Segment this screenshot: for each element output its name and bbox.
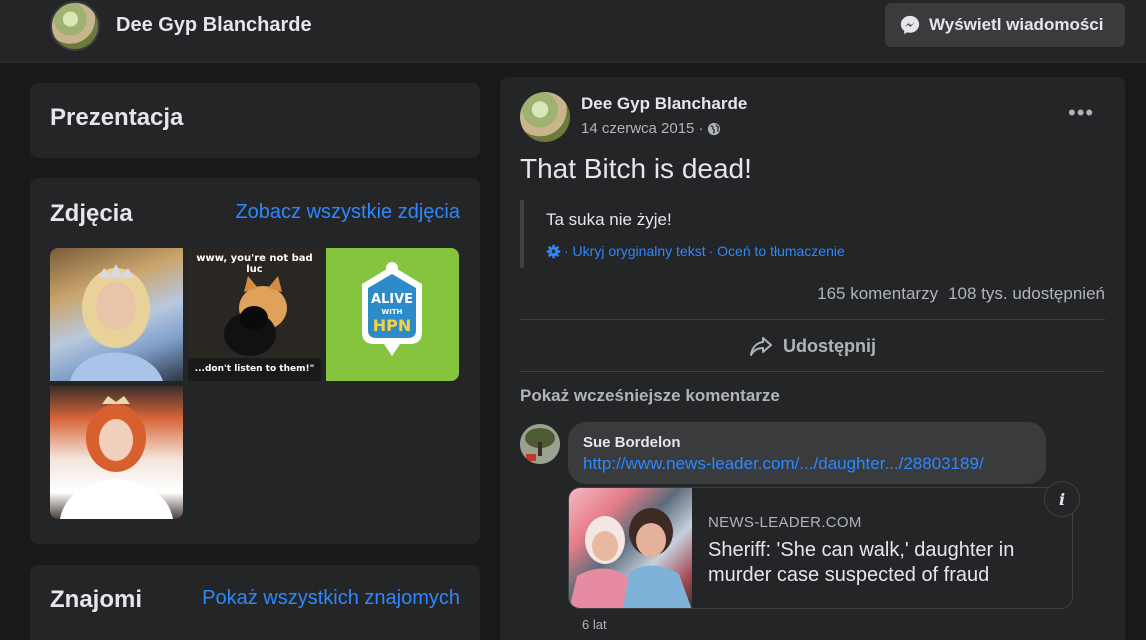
comments-count[interactable]: 165 komentarzy xyxy=(817,284,938,304)
show-earlier-comments-link[interactable]: Pokaż wcześniejsze komentarze xyxy=(520,386,780,406)
link-preview-source: NEWS-LEADER.COM xyxy=(708,514,862,531)
post-options-icon[interactable]: ••• xyxy=(1068,100,1094,126)
kitten-caption-top: www, you're not bad luc xyxy=(196,253,313,275)
friends-title: Znajomi xyxy=(50,586,143,613)
red-hair-photo-art xyxy=(60,396,173,519)
profile-name[interactable]: Dee Gyp Blancharde xyxy=(116,14,312,37)
globe-icon xyxy=(708,122,721,135)
photo-alive-with-hpn[interactable]: ALIVE WITH HPN xyxy=(326,248,459,381)
see-all-photos-link[interactable]: Zobacz wszystkie zdjęcia xyxy=(235,201,460,224)
photos-card: Zdjęcia Zobacz wszystkie zdjęcia www, yo… xyxy=(30,178,480,544)
comment-timestamp[interactable]: 6 lat xyxy=(582,617,607,632)
commenter-avatar[interactable] xyxy=(520,424,560,464)
profile-header-bar: Dee Gyp Blancharde Wyświetl wiadomości xyxy=(0,0,1146,63)
link-preview-title: Sheriff: 'She can walk,' daughter in mur… xyxy=(708,539,1015,586)
princess-photo-art xyxy=(70,264,163,381)
photo-kitten[interactable]: www, you're not bad luc ...don't listen … xyxy=(188,248,321,381)
share-button[interactable]: Udostępnij xyxy=(520,326,1105,366)
photos-title: Zdjęcia xyxy=(50,200,133,227)
hide-original-link[interactable]: · Ukryj oryginalny tekst xyxy=(564,243,706,259)
post-author-name[interactable]: Dee Gyp Blancharde xyxy=(581,94,747,114)
view-messages-label: Wyświetl wiadomości xyxy=(929,15,1104,34)
post-author-avatar[interactable] xyxy=(520,92,570,142)
meta-separator: · xyxy=(698,120,704,137)
photo-red-hair-princess[interactable] xyxy=(50,386,183,519)
view-messages-button[interactable]: Wyświetl wiadomości xyxy=(885,3,1125,47)
link-preview-card[interactable]: NEWS-LEADER.COM Sheriff: 'She can walk,'… xyxy=(568,487,1073,609)
logo-hpn-text: HPN xyxy=(373,316,412,335)
post-meta: 14 czerwca 2015 · xyxy=(581,120,721,137)
comment-url-link[interactable]: http://www.news-leader.com/.../daughter.… xyxy=(583,454,984,474)
share-arrow-icon xyxy=(750,337,772,356)
messenger-icon xyxy=(900,15,920,35)
intro-title: Prezentacja xyxy=(50,104,184,131)
share-label: Udostępnij xyxy=(783,335,876,356)
gear-icon[interactable] xyxy=(546,244,561,259)
profile-avatar[interactable] xyxy=(50,1,100,51)
logo-with-text: WITH xyxy=(382,308,403,316)
commenter-avatar-art xyxy=(520,424,560,464)
translation-links: · Ukryj oryginalny tekst · Oceń to tłuma… xyxy=(546,243,845,259)
see-all-friends-link[interactable]: Pokaż wszystkich znajomych xyxy=(202,587,460,610)
kitten-caption-bottom: ...don't listen to them!" xyxy=(194,364,315,374)
preview-photo-art xyxy=(569,508,692,608)
comment-bubble: Sue Bordelon http://www.news-leader.com/… xyxy=(568,422,1046,484)
post-date[interactable]: 14 czerwca 2015 xyxy=(581,120,694,137)
rate-translation-link[interactable]: · Oceń to tłumaczenie xyxy=(709,243,845,259)
shares-count[interactable]: 108 tys. udostępnień xyxy=(948,284,1105,304)
stats-divider xyxy=(520,319,1105,320)
post-stats: 165 komentarzy 108 tys. udostępnień xyxy=(817,284,1105,304)
photo-princess[interactable] xyxy=(50,248,183,381)
friends-card: Znajomi Pokaż wszystkich znajomych xyxy=(30,565,480,640)
link-preview-image xyxy=(569,488,692,608)
intro-card: Prezentacja xyxy=(30,83,480,158)
comment-author[interactable]: Sue Bordelon xyxy=(583,434,681,451)
post-text: That Bitch is dead! xyxy=(520,153,752,184)
translation-block: Ta suka nie żyje! · Ukryj oryginalny tek… xyxy=(520,200,1105,268)
alive-hpn-logo: ALIVE WITH HPN xyxy=(362,262,422,356)
translated-text: Ta suka nie żyje! xyxy=(546,210,672,229)
info-icon[interactable]: i xyxy=(1044,481,1080,517)
share-divider xyxy=(520,371,1105,372)
logo-alive-text: ALIVE xyxy=(371,292,413,307)
